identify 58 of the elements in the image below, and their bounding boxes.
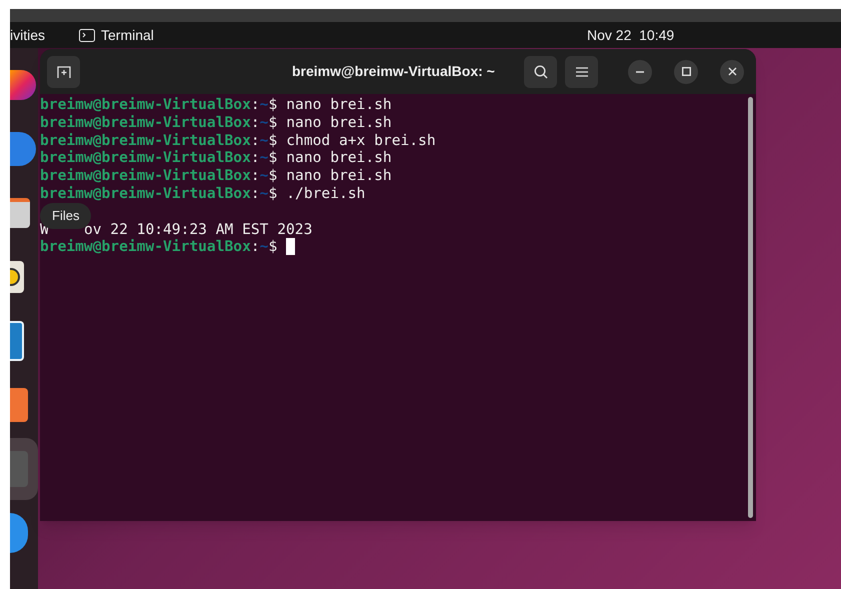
menu-button[interactable]	[565, 56, 598, 88]
prompt-path: ~	[260, 114, 268, 132]
prompt-colon: :	[250, 149, 260, 168]
prompt-user: breimw@breimw-VirtualBox	[40, 96, 251, 114]
prompt-sign: $	[268, 238, 278, 256]
prompt-user: breimw@breimw-VirtualBox	[40, 167, 251, 185]
command-text: nano brei.sh	[286, 114, 392, 132]
document-icon[interactable]	[10, 321, 24, 361]
close-button[interactable]	[720, 60, 744, 84]
prompt-path: ~	[260, 184, 268, 203]
window-title: breimw@breimw-VirtualBox: ~	[292, 62, 495, 81]
clock[interactable]: Nov 22 10:49	[587, 24, 674, 46]
prompt-sign: $	[268, 184, 278, 203]
command-text: nano brei.sh	[286, 167, 392, 185]
prompt-user: breimw@breimw-VirtualBox	[40, 238, 251, 256]
new-tab-button[interactable]	[47, 56, 80, 88]
prompt-path: ~	[260, 132, 268, 150]
search-icon	[534, 64, 548, 78]
prompt-colon: :	[250, 132, 260, 150]
app-menu[interactable]: Terminal	[101, 24, 154, 46]
prompt-colon: :	[250, 238, 260, 256]
command-text: nano brei.sh	[286, 96, 392, 114]
prompt-path: ~	[260, 149, 268, 168]
prompt-user: breimw@breimw-VirtualBox	[40, 132, 251, 150]
help-icon[interactable]	[10, 513, 28, 553]
minimize-button[interactable]	[628, 60, 652, 84]
prompt-sign: $	[268, 132, 278, 150]
prompt-colon: :	[250, 114, 260, 132]
prompt-colon: :	[250, 96, 260, 114]
activities-button[interactable]: ivities	[10, 24, 46, 46]
command-text: nano brei.sh	[286, 149, 392, 168]
browser-icon[interactable]	[10, 70, 36, 100]
new-tab-icon	[56, 65, 70, 78]
prompt-colon: :	[250, 184, 260, 203]
prompt-user: breimw@breimw-VirtualBox	[40, 149, 251, 168]
speaker-icon[interactable]	[10, 261, 24, 293]
output-text: ov 22 10:49:23 AM EST 2023	[84, 220, 312, 238]
maximize-button[interactable]	[674, 60, 698, 84]
search-button[interactable]	[524, 56, 557, 88]
prompt-path: ~	[260, 167, 268, 185]
prompt-user: breimw@breimw-VirtualBox	[40, 184, 251, 203]
prompt-path: ~	[260, 238, 268, 256]
mail-icon[interactable]	[10, 132, 36, 166]
terminal-icon	[79, 28, 96, 42]
prompt-path: ~	[260, 96, 268, 114]
prompt-sign: $	[268, 96, 278, 114]
command-text: ./brei.sh	[286, 184, 366, 203]
prompt-colon: :	[250, 167, 260, 185]
prompt-user: breimw@breimw-VirtualBox	[40, 114, 251, 132]
prompt-sign: $	[268, 149, 278, 168]
scrollbar[interactable]	[748, 97, 753, 518]
command-text: chmod a+x brei.sh	[286, 132, 436, 150]
prompt-sign: $	[268, 167, 278, 185]
close-icon	[728, 67, 736, 76]
prompt-sign: $	[268, 114, 278, 132]
minimize-icon	[636, 70, 644, 72]
menu-icon	[576, 66, 588, 76]
maximize-icon	[682, 67, 690, 76]
